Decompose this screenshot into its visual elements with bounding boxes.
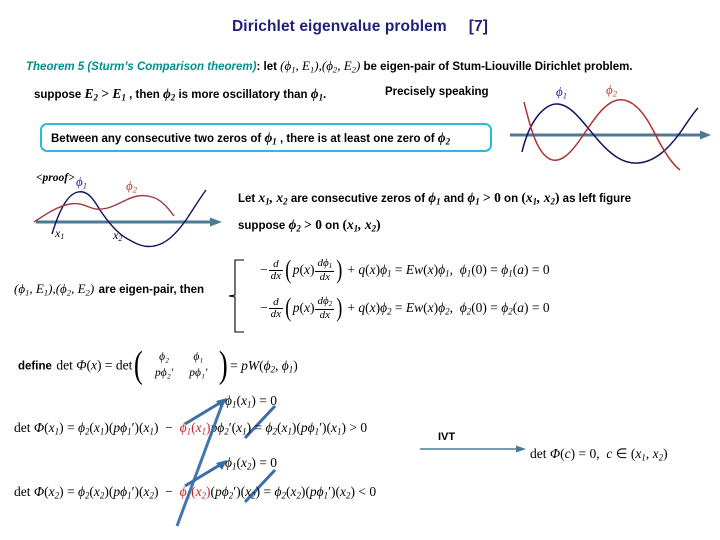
let-line: Let x1, x2 are consecutive zeros of ϕ1 a… [238, 190, 631, 206]
on-word-1: on [504, 193, 519, 205]
theorem-eigenpairs: (ϕ1, E1),(ϕ2, E2) [280, 58, 361, 75]
define-rhs: = pW(ϕ2, ϕ1) [230, 357, 298, 375]
ivt-result-equation: det Φ(c) = 0, c ∈ (x1, x2) [530, 446, 668, 463]
matrix-cell-12: ϕ₁ [193, 351, 204, 363]
figure-top-right: ϕ1 ϕ2 [500, 78, 716, 178]
phi2-symbol: ϕ2 [162, 86, 176, 103]
slide-canvas: Dirichlet eigenvalue problem [7] Theorem … [0, 0, 720, 540]
precisely-speaking-text: Precisely speaking [385, 86, 489, 98]
figure-left-label-x2: x2 [113, 228, 123, 244]
statement-phi2: ϕ2 [437, 130, 451, 147]
suppose-word-2: suppose [238, 220, 286, 232]
figure-left-svg [33, 189, 222, 248]
phi2-positive: ϕ2 > 0 [288, 217, 322, 234]
interval-x1x2-a: (x1, x2) [521, 190, 560, 207]
page-title: Dirichlet eigenvalue problem [7] [0, 18, 720, 36]
statement-text-a: Between any consecutive two zeros of [51, 133, 262, 145]
ivt-arrow-svg [420, 445, 526, 453]
theorem-colon-let: : let [256, 61, 277, 73]
define-line: define det Φ(x) = det(ϕ₂ ϕ₁ pϕ₂′ pϕ₁′) = pW(… [18, 344, 298, 387]
matrix-cell-21: pϕ₂′ [155, 367, 174, 380]
ivt-arrow [420, 442, 530, 456]
theorem-statement-line: Theorem 5 (Sturm’s Comparison theorem): … [26, 58, 633, 74]
phi1-positive: ϕ1 > 0 [467, 190, 501, 207]
figure-left-label-phi2: ϕ2 [126, 178, 138, 195]
more-oscillatory-text: is more oscillatory than [178, 89, 308, 101]
figure-left-label-x1: x1 [55, 226, 65, 242]
page-title-reference: [7] [468, 18, 488, 35]
matrix-cell-22: pϕ₁′ [189, 367, 208, 380]
figure-axis-arrowhead [700, 130, 711, 140]
statement-box: Between any consecutive two zeros of ϕ1 … [40, 123, 492, 152]
as-left-figure-text: as left figure [562, 193, 632, 205]
define-lhs: det Φ(x) = det [56, 357, 133, 373]
then-word: , then [129, 89, 160, 101]
ivt-arrow-head [516, 445, 526, 453]
interval-x1x2-b: (x1, x2) [342, 217, 381, 234]
statement-phi1: ϕ1 [264, 130, 277, 147]
suppose-phi2-line: suppose ϕ2 > 0 on (x1, x2) [238, 217, 381, 233]
suppose-line: suppose E2 > E1 , then ϕ2 is more oscill… [34, 86, 326, 102]
matrix-cell-11: ϕ₂ [159, 351, 170, 363]
ode-equation-2: − d dx (p(x) dϕ2 dx) + q(x)ϕ2 = Ew(x)ϕ2, ϕ2(0… [260, 293, 550, 323]
let-word: Let [238, 193, 256, 205]
period-mark: . [323, 89, 327, 101]
eigenpair-text: are eigen-pair, then [98, 284, 205, 296]
figure-left: ϕ1 ϕ2 x1 x2 [33, 174, 249, 256]
lower-left-diagonal-stroke [175, 398, 235, 528]
let-variables: x1, x2 [258, 190, 288, 207]
page-title-text: Dirichlet eigenvalue problem [232, 18, 447, 35]
wronskian-matrix: ϕ₂ ϕ₁ pϕ₂′ pϕ₁′ [146, 348, 216, 383]
figure-top-right-label-phi1: ϕ1 [556, 84, 568, 101]
define-word: define [18, 360, 52, 373]
figure-left-axis-arrowhead [210, 217, 222, 227]
eigenpair-line: (ϕ1, E1),(ϕ2, E2) are eigen-pair, then [14, 280, 204, 298]
let-phi1: ϕ1 [428, 190, 441, 207]
phi1-symbol: ϕ1 [310, 86, 324, 103]
figure-top-right-label-phi2: ϕ2 [606, 82, 618, 99]
ode-equation-1: − d dx (p(x) dϕ1 dx) + q(x)ϕ1 = Ew(x)ϕ1, ϕ1(0… [260, 255, 550, 285]
theorem-tail: be eigen-pair of Stum-Liouville Dirichle… [363, 61, 633, 73]
lower-left-diagonal-line [175, 401, 225, 527]
energy-inequality: E2 > E1 [84, 86, 126, 103]
figure-left-phi2-curve [33, 194, 175, 223]
eigenpair-symbols: (ϕ1, E1),(ϕ2, E2) [14, 281, 95, 298]
lower-left-diagonal-svg [175, 401, 225, 527]
figure-left-label-phi1: ϕ1 [76, 174, 88, 191]
theorem-name: Theorem 5 (Sturm’s Comparison theorem) [26, 61, 257, 73]
are-consecutive-zeros-text: are consecutive zeros of [290, 193, 426, 205]
ode-system: − d dx (p(x) dϕ1 dx) + q(x)ϕ1 = Ew(x)ϕ1, ϕ1(0… [236, 255, 706, 334]
and-word: and [443, 193, 465, 205]
suppose-word: suppose [34, 89, 82, 101]
statement-text-b: , there is at least one zero of [279, 133, 435, 145]
statement-box-content: Between any consecutive two zeros of ϕ1 … [51, 130, 450, 146]
on-word-2: on [325, 220, 340, 232]
